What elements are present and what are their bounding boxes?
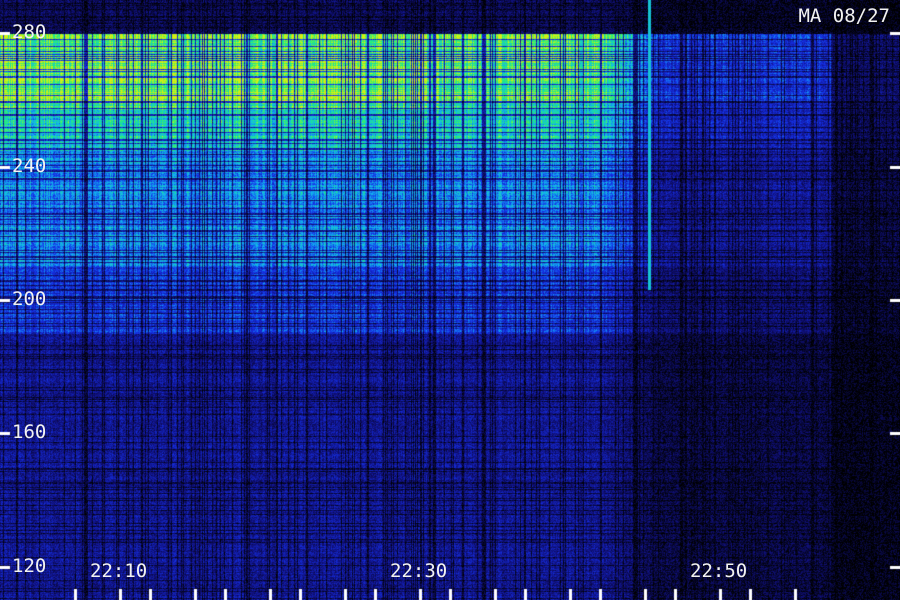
chart-title: MA 08/27 <box>798 5 890 27</box>
y-tick-label: 120 <box>12 554 47 577</box>
y-tick-label: 280 <box>12 21 47 44</box>
spectrogram-panel: MA 08/27 280 240 200 160 120 22:10 22:30 22:50 <box>0 0 900 600</box>
x-tick-label: 22:10 <box>90 560 148 582</box>
x-tick-label: 22:30 <box>390 560 448 582</box>
y-tick-label: 160 <box>12 421 47 444</box>
y-tick-label: 200 <box>12 288 47 310</box>
y-tick-label: 240 <box>12 154 47 177</box>
x-tick-label: 22:50 <box>690 560 748 582</box>
spectrogram-heatmap <box>0 0 900 600</box>
